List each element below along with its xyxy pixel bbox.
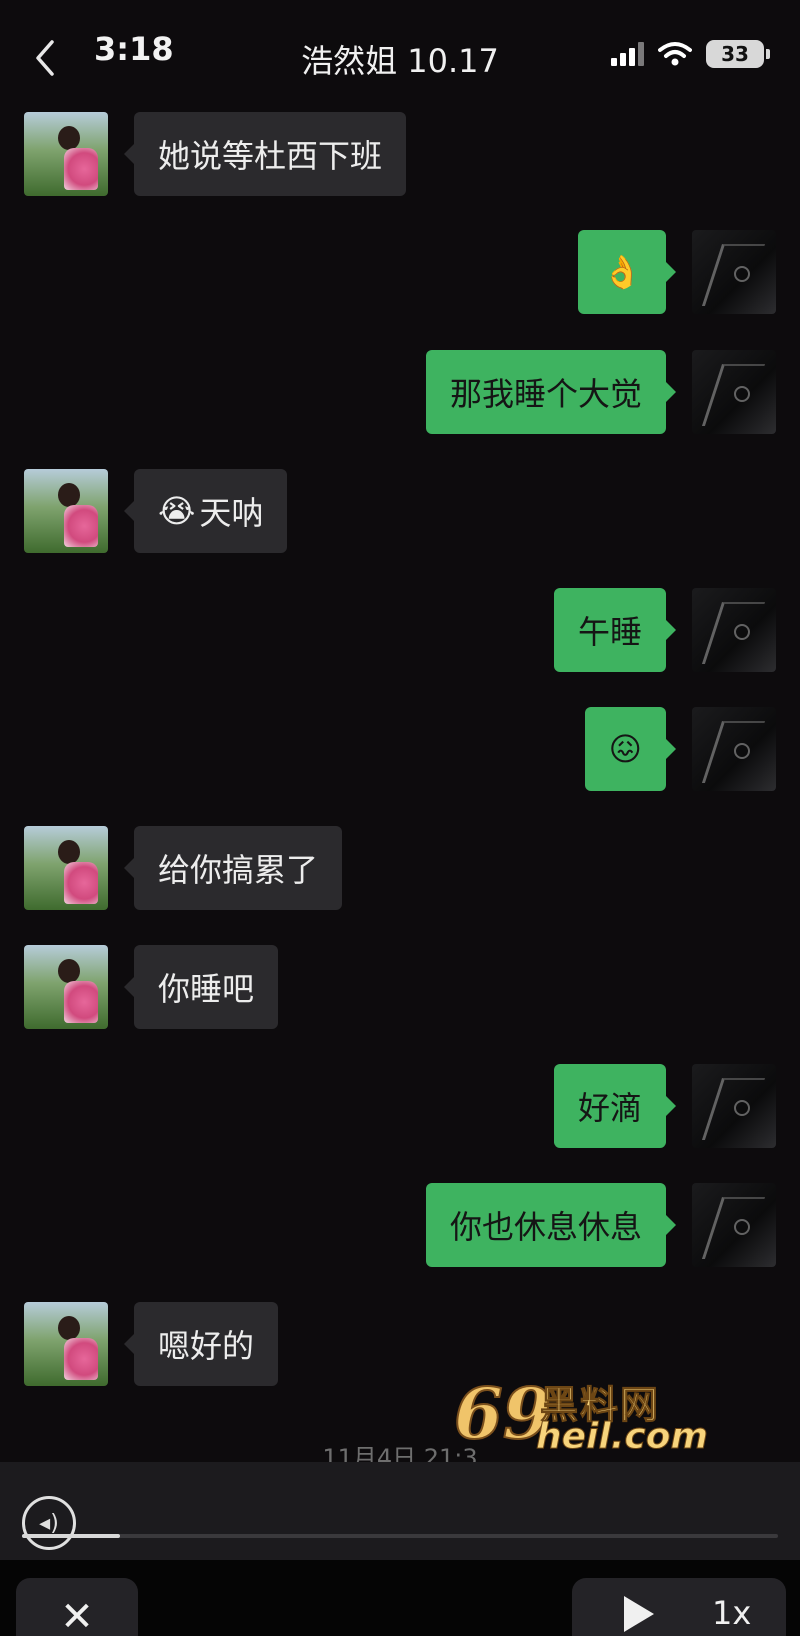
contact-avatar[interactable]	[24, 1302, 108, 1386]
message-bubble[interactable]: 😖	[584, 707, 677, 791]
play-icon[interactable]	[624, 1596, 654, 1632]
contact-avatar[interactable]	[24, 945, 108, 1029]
playback-speed-button[interactable]: 1x	[712, 1594, 751, 1632]
my-avatar[interactable]	[692, 707, 776, 791]
bottom-controls: ✕ 1x	[0, 1560, 800, 1636]
confounded-face-emoji: 😖	[608, 730, 642, 768]
message-bubble[interactable]: 好滴	[553, 1064, 677, 1148]
message-row: 你也休息休息	[0, 1183, 800, 1267]
message-bubble[interactable]: 给你搞累了	[123, 826, 343, 910]
my-avatar[interactable]	[692, 1064, 776, 1148]
message-bubble[interactable]: 嗯好的	[123, 1302, 279, 1386]
message-bubble[interactable]: 那我睡个大觉	[425, 350, 677, 434]
message-row: 你睡吧	[0, 945, 800, 1029]
message-row: 😭 天呐	[0, 469, 800, 553]
my-avatar[interactable]	[692, 230, 776, 314]
contact-avatar[interactable]	[24, 112, 108, 196]
contact-avatar[interactable]	[24, 826, 108, 910]
message-row: 给你搞累了	[0, 826, 800, 910]
watermark-url: heil.com	[536, 1416, 709, 1458]
close-icon: ✕	[60, 1594, 94, 1636]
message-row: 午睡	[0, 588, 800, 672]
progress-fill	[22, 1534, 121, 1538]
my-avatar[interactable]	[692, 350, 776, 434]
message-bubble[interactable]: 午睡	[553, 588, 677, 672]
playback-controls: 1x	[572, 1578, 786, 1636]
message-text: 天呐	[199, 494, 264, 532]
speaker-icon: ◂)	[39, 1510, 59, 1536]
close-button[interactable]: ✕	[16, 1578, 138, 1636]
my-avatar[interactable]	[692, 588, 776, 672]
site-watermark: 69 黑料网 heil.com	[453, 1371, 716, 1460]
ok-hand-emoji: 👌	[602, 253, 642, 291]
message-bubble[interactable]: 👌	[578, 230, 676, 314]
my-avatar[interactable]	[692, 1183, 776, 1267]
progress-bar[interactable]	[22, 1534, 778, 1538]
crying-face-emoji: 😭	[158, 492, 196, 530]
media-player: ◂)	[0, 1462, 800, 1560]
speaker-button[interactable]: ◂)	[22, 1496, 76, 1550]
message-bubble[interactable]: 你睡吧	[123, 945, 279, 1029]
message-row: 那我睡个大觉	[0, 350, 800, 434]
contact-avatar[interactable]	[24, 469, 108, 553]
message-bubble[interactable]: 😭 天呐	[123, 469, 288, 553]
message-row: 好滴	[0, 1064, 800, 1148]
message-row: 👌	[0, 230, 800, 314]
chat-area[interactable]: 她说等杜西下班 👌 那我睡个大觉 😭 天呐 午睡 😖 给你搞累了 你睡吧 好滴 …	[0, 0, 800, 1472]
message-bubble[interactable]: 她说等杜西下班	[123, 112, 407, 196]
message-row: 😖	[0, 707, 800, 791]
message-row: 她说等杜西下班	[0, 112, 800, 196]
message-bubble[interactable]: 你也休息休息	[425, 1183, 677, 1267]
